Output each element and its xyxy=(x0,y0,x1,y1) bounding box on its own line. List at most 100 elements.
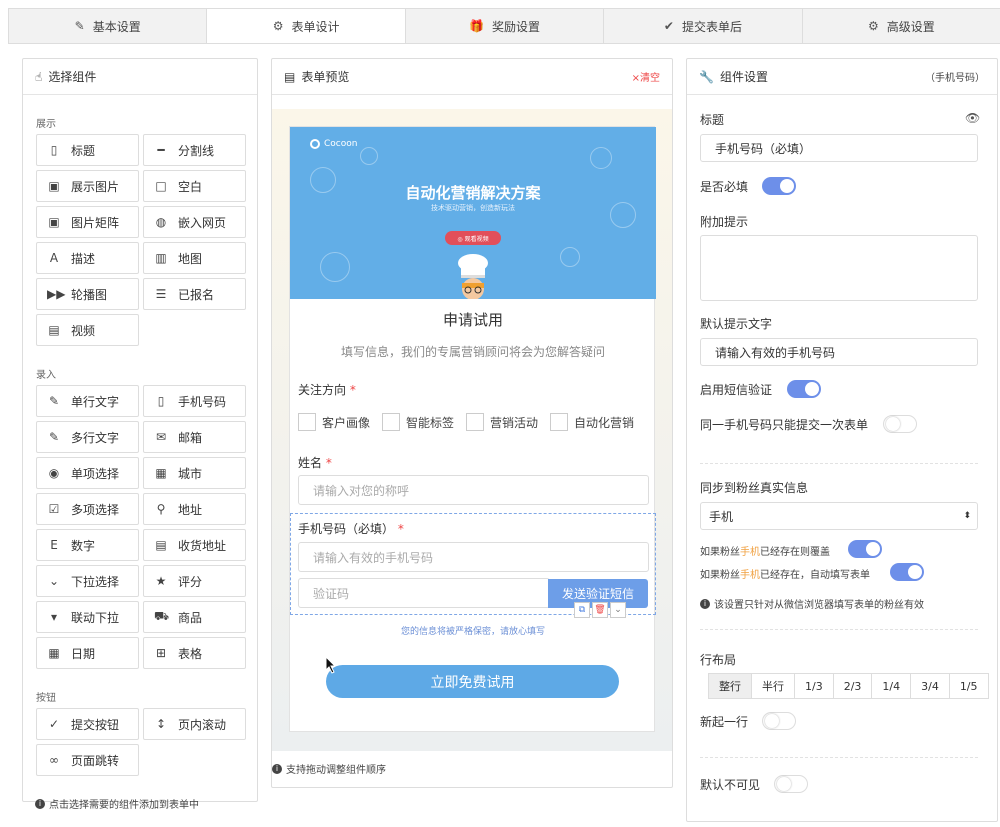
component-item-4[interactable]: ✉ 邮箱 xyxy=(143,421,246,453)
layout-option-4[interactable]: 2/3 xyxy=(832,673,873,699)
component-item-10[interactable]: ☰ 已报名 xyxy=(143,278,246,310)
name-field-label: 姓名 * xyxy=(298,456,332,470)
component-item-13[interactable]: ▾ 联动下拉 xyxy=(36,601,139,633)
component-item-5[interactable]: ◉ 单项选择 xyxy=(36,457,139,489)
file-icon: ▤ xyxy=(284,69,296,84)
checkbox[interactable] xyxy=(298,413,316,431)
component-label: 城市 xyxy=(178,466,203,481)
wrench-icon: 🔧 xyxy=(699,69,714,84)
component-item-14[interactable]: ⛟ 商品 xyxy=(143,601,246,633)
layout-option-5[interactable]: 1/4 xyxy=(871,673,912,699)
chevron-down-icon[interactable]: ⌄ xyxy=(610,602,626,618)
tab-reward-settings[interactable]: 🎁 奖励设置 xyxy=(404,8,605,43)
layout-option-7[interactable]: 1/5 xyxy=(948,673,989,699)
component-item-7[interactable]: A 描述 xyxy=(36,242,139,274)
gift-icon: 🎁 xyxy=(469,19,484,33)
component-item-3[interactable]: ∞ 页面跳转 xyxy=(36,744,139,776)
component-label: 商品 xyxy=(178,610,203,625)
focus-option[interactable]: 营销活动 xyxy=(466,413,538,431)
code-input[interactable]: 验证码 xyxy=(298,578,550,608)
component-label: 提交按钮 xyxy=(71,717,120,732)
info-icon: i xyxy=(272,763,282,774)
title-input[interactable]: 手机号码（必填） xyxy=(700,134,978,162)
copy-icon[interactable]: ⧉ xyxy=(574,602,590,618)
tab-label: 奖励设置 xyxy=(491,19,540,34)
autofill-toggle[interactable] xyxy=(890,563,924,581)
component-item-11[interactable]: ▤ 视频 xyxy=(36,314,139,346)
phone-input[interactable]: 请输入有效的手机号码 xyxy=(298,542,649,572)
focus-option[interactable]: 自动化营销 xyxy=(550,413,634,431)
component-item-2[interactable]: ↕ 页内滚动 xyxy=(143,708,246,740)
checkbox[interactable] xyxy=(550,413,569,431)
name-input[interactable]: 请输入对您的称呼 xyxy=(298,475,649,505)
layout-option-6[interactable]: 3/4 xyxy=(910,673,950,699)
tab-form-design[interactable]: ⚙ 表单设计 xyxy=(206,8,406,43)
layout-option-1[interactable]: 整行 xyxy=(708,673,752,699)
component-item-9[interactable]: ▶▶ 轮播图 xyxy=(36,278,139,310)
cart-icon: ⛟ xyxy=(154,609,170,623)
component-label: 图片矩阵 xyxy=(71,215,120,230)
title-label: 标题 xyxy=(700,113,725,127)
component-item-2[interactable]: ▯ 手机号码 xyxy=(143,385,246,417)
component-item-3[interactable]: ▣ 展示图片 xyxy=(36,170,139,202)
checkbox[interactable] xyxy=(382,413,401,431)
component-item-4[interactable]: □ 空白 xyxy=(143,170,246,202)
component-item-2[interactable]: ━ 分割线 xyxy=(143,134,246,166)
component-item-1[interactable]: ✓ 提交按钮 xyxy=(36,708,139,740)
sms-verify-toggle[interactable] xyxy=(787,380,821,398)
overwrite-toggle[interactable] xyxy=(848,540,882,558)
component-item-6[interactable]: ◍ 嵌入网页 xyxy=(143,206,246,238)
component-label: 标题 xyxy=(71,143,96,158)
component-item-15[interactable]: ▦ 日期 xyxy=(36,637,139,669)
minus-icon: ━ xyxy=(157,143,165,157)
required-label: 是否必填 xyxy=(700,180,749,194)
banner-image[interactable]: Cocoon 自动化营销解决方案 技术驱动营销，创造新玩法 ◎ 观看视频 xyxy=(290,127,656,299)
default-hint-label: 默认提示文字 xyxy=(700,317,773,331)
tab-label: 表单设计 xyxy=(291,19,340,34)
sync-field-select[interactable]: 手机 ⬍ xyxy=(700,502,978,530)
preview-stage: Cocoon 自动化营销解决方案 技术驱动营销，创造新玩法 ◎ 观看视频 申请试… xyxy=(272,109,672,751)
layout-option-3[interactable]: 1/3 xyxy=(794,673,834,699)
component-item-7[interactable]: ☑ 多项选择 xyxy=(36,493,139,525)
required-toggle[interactable] xyxy=(762,177,796,195)
banner-video-button: ◎ 观看视频 xyxy=(445,231,501,245)
layout-option-2[interactable]: 半行 xyxy=(751,673,795,699)
hint-text: 点击选择需要的组件添加到表单中 xyxy=(49,800,199,811)
extra-hint-textarea[interactable] xyxy=(700,235,978,301)
component-item-1[interactable]: ▯ 标题 xyxy=(36,134,139,166)
focus-option[interactable]: 智能标签 xyxy=(382,413,454,431)
checkbox[interactable] xyxy=(466,413,485,431)
submit-trial-button[interactable]: 立即免费试用 xyxy=(326,665,619,698)
tab-basic-settings[interactable]: ✎ 基本设置 xyxy=(8,8,208,43)
component-label: 分割线 xyxy=(178,143,215,158)
component-label: 表格 xyxy=(178,646,203,661)
component-item-8[interactable]: ⚲ 地址 xyxy=(143,493,246,525)
default-hint-input[interactable]: 请输入有效的手机号码 xyxy=(700,338,978,366)
row-layout-label: 行布局 xyxy=(700,653,737,667)
component-item-9[interactable]: E 数字 xyxy=(36,529,139,561)
component-item-1[interactable]: ✎ 单行文字 xyxy=(36,385,139,417)
component-item-6[interactable]: ▦ 城市 xyxy=(143,457,246,489)
new-line-toggle[interactable] xyxy=(762,712,796,730)
trash-icon[interactable]: 🗑 xyxy=(592,602,608,618)
component-item-16[interactable]: ⊞ 表格 xyxy=(143,637,246,669)
component-item-8[interactable]: ▥ 地图 xyxy=(143,242,246,274)
form-title: 申请试用 xyxy=(442,311,503,329)
clear-button[interactable]: ×清空 xyxy=(632,69,660,84)
component-item-12[interactable]: ★ 评分 xyxy=(143,565,246,597)
eye-icon[interactable]: 👁 xyxy=(965,111,980,125)
check-circle-icon: ✔ xyxy=(663,19,674,33)
component-label: 已报名 xyxy=(178,287,215,302)
component-item-11[interactable]: ⌄ 下拉选择 xyxy=(36,565,139,597)
component-item-10[interactable]: ▤ 收货地址 xyxy=(143,529,246,561)
component-item-3[interactable]: ✎ 多行文字 xyxy=(36,421,139,453)
map-icon: ▥ xyxy=(155,251,167,265)
tab-advanced-settings[interactable]: ⚙ 高级设置 xyxy=(801,8,1000,43)
tab-after-submit[interactable]: ✔ 提交表单后 xyxy=(603,8,803,43)
component-label: 评分 xyxy=(178,574,203,589)
component-item-5[interactable]: ▣ 图片矩阵 xyxy=(36,206,139,238)
fast-forward-icon: ▶▶ xyxy=(47,287,66,301)
hidden-default-toggle[interactable] xyxy=(774,775,808,793)
once-per-phone-toggle[interactable] xyxy=(883,415,917,433)
focus-option[interactable]: 客户画像 xyxy=(298,413,370,431)
